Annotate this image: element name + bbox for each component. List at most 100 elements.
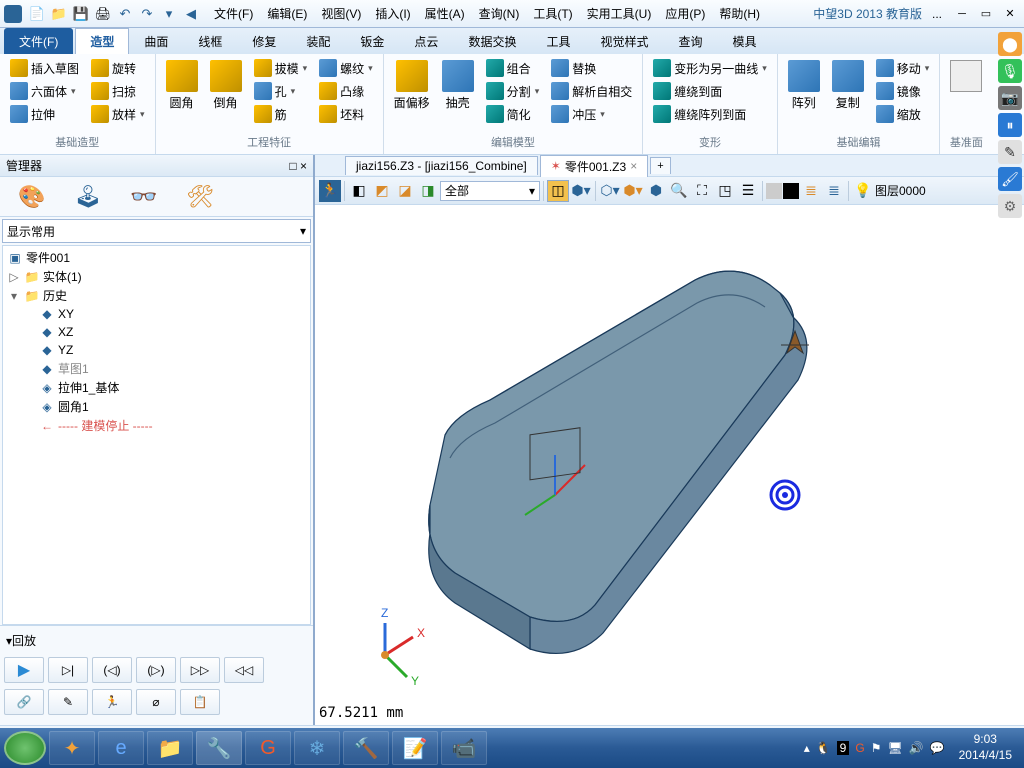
insert-sketch-button[interactable]: 插入草图 <box>8 58 81 78</box>
tool-calipers-button[interactable]: ⌀ <box>136 689 176 715</box>
taskbar-ie[interactable]: e <box>98 731 144 765</box>
tray-badge[interactable]: 9 <box>837 741 850 755</box>
vt-bulb-icon[interactable]: 💡 <box>852 180 874 202</box>
tree-yz[interactable]: ◆YZ <box>3 341 310 359</box>
taskbar-clock[interactable]: 9:03 2014/4/15 <box>951 732 1020 763</box>
tray-flag-icon[interactable]: ⚑ <box>871 741 882 755</box>
revolve-button[interactable]: 旋转 <box>89 58 147 78</box>
close-icon[interactable]: × <box>630 159 637 173</box>
vt-layer-icon[interactable]: ≣ <box>800 180 822 202</box>
flange-button[interactable]: 凸缘 <box>317 81 375 101</box>
save-icon[interactable]: 💾 <box>72 5 90 23</box>
hexahedron-button[interactable]: 六面体▾ <box>8 81 81 101</box>
redo-icon[interactable]: ↷ <box>138 5 156 23</box>
menu-query[interactable]: 查询(N) <box>473 3 526 24</box>
ribbon-tab-tools[interactable]: 工具 <box>531 28 585 54</box>
datum-button[interactable] <box>948 58 984 94</box>
taskbar-app-red[interactable]: G <box>245 731 291 765</box>
extrude-button[interactable]: 拉伸 <box>8 104 81 124</box>
dock-pause-icon[interactable]: ⏸ <box>998 113 1022 137</box>
tray-net-icon[interactable]: 🖥 <box>887 741 902 755</box>
tool-chain-button[interactable]: 🔗 <box>4 689 44 715</box>
tool-clipboard-button[interactable]: 📋 <box>180 689 220 715</box>
tool-pencil-button[interactable]: ✎ <box>48 689 88 715</box>
ribbon-tab-pointcloud[interactable]: 点云 <box>399 28 453 54</box>
taskbar-app-cam[interactable]: 📹 <box>441 731 487 765</box>
new-tab-button[interactable]: + <box>650 157 670 174</box>
document-tab-2[interactable]: ✶零件001.Z3× <box>540 155 648 177</box>
new-icon[interactable]: 📄 <box>28 5 46 23</box>
scale-button[interactable]: 缩放 <box>874 104 932 124</box>
move-button[interactable]: 移动▾ <box>874 58 932 78</box>
dock-tool-icon[interactable]: ✎ <box>998 140 1022 164</box>
combine-button[interactable]: 组合 <box>484 58 542 78</box>
fillet-button[interactable]: 圆角 <box>164 58 200 113</box>
dock-brush-icon[interactable]: 🖌 <box>998 167 1022 191</box>
manager-close-icon[interactable]: □ × <box>289 159 307 173</box>
ribbon-tab-wireframe[interactable]: 线框 <box>183 28 237 54</box>
step-fwd-button[interactable]: ▷| <box>48 657 88 683</box>
vt-wire-icon[interactable]: ⬡▾ <box>599 180 621 202</box>
taskbar-explorer[interactable]: 📁 <box>147 731 193 765</box>
menu-insert[interactable]: 插入(I) <box>369 3 416 24</box>
dock-mic-icon[interactable]: 🎙 <box>998 59 1022 83</box>
manager-tab-glasses-icon[interactable]: 👓 <box>128 183 160 211</box>
ribbon-tab-sheetmetal[interactable]: 钣金 <box>345 28 399 54</box>
draft-button[interactable]: 拔模▾ <box>252 58 310 78</box>
ribbon-tab-mold[interactable]: 模具 <box>718 28 772 54</box>
vt-color1[interactable] <box>766 183 782 199</box>
wrap-pattern-face-button[interactable]: 缠绕阵列到面 <box>651 104 769 124</box>
menu-edit[interactable]: 编辑(E) <box>261 3 313 24</box>
vt-zoom-icon[interactable]: 🔍 <box>668 180 690 202</box>
vt-cube2-icon[interactable]: ◪ <box>394 180 416 202</box>
tray-up-icon[interactable]: ▴ <box>804 741 810 755</box>
ribbon-tab-file[interactable]: 文件(F) <box>4 28 73 54</box>
start-button[interactable] <box>4 731 46 765</box>
pattern-button[interactable]: 阵列 <box>786 58 822 113</box>
tree-history[interactable]: ▾📁历史 <box>3 286 310 305</box>
vt-cube1-icon[interactable]: ◩ <box>371 180 393 202</box>
tree-extrude1[interactable]: ◈拉伸1_基体 <box>3 378 310 397</box>
layer-label[interactable]: 图层0000 <box>875 182 926 199</box>
vt-face-icon[interactable]: ◫ <box>547 180 569 202</box>
tree-sketch1[interactable]: ◆草图1 <box>3 359 310 378</box>
fast-fwd-button[interactable]: ▷▷ <box>180 657 220 683</box>
manager-tab-joystick-icon[interactable]: 🕹 <box>72 183 104 211</box>
shell-button[interactable]: 抽壳 <box>440 58 476 113</box>
loft-button[interactable]: 放样▾ <box>89 104 147 124</box>
wrap-face-button[interactable]: 缠绕到面 <box>651 81 769 101</box>
menu-tools[interactable]: 工具(T) <box>527 3 578 24</box>
tray-qq-icon[interactable]: 🐧 <box>816 741 831 755</box>
punch-button[interactable]: 冲压▾ <box>549 104 634 124</box>
deform-curve-button[interactable]: 变形为另一曲线▾ <box>651 58 769 78</box>
ribbon-tab-dataexchange[interactable]: 数据交换 <box>453 28 531 54</box>
vt-fit-icon[interactable]: ⛶ <box>691 180 713 202</box>
vt-box-icon[interactable]: ⬢▾ <box>622 180 644 202</box>
next-button[interactable]: (▷) <box>136 657 176 683</box>
ribbon-tab-visualstyle[interactable]: 视觉样式 <box>585 28 663 54</box>
resolve-selfintersect-button[interactable]: 解析自相交 <box>549 81 634 101</box>
chamfer-button[interactable]: 倒角 <box>208 58 244 113</box>
tree-modeling-stop[interactable]: ←----- 建模停止 ----- <box>3 416 310 435</box>
vt-eraser-icon[interactable]: ◧ <box>348 180 370 202</box>
restore-button[interactable]: ▭ <box>976 6 996 22</box>
ribbon-tab-repair[interactable]: 修复 <box>237 28 291 54</box>
vt-layer2-icon[interactable]: ≣ <box>823 180 845 202</box>
menu-utilities[interactable]: 实用工具(U) <box>581 3 658 24</box>
print-icon[interactable]: 🖨 <box>94 5 112 23</box>
thread-button[interactable]: 螺纹▾ <box>317 58 375 78</box>
prev-button[interactable]: (◁) <box>92 657 132 683</box>
stock-button[interactable]: 坯料 <box>317 104 375 124</box>
undo-icon[interactable]: ↶ <box>116 5 134 23</box>
document-tab-1[interactable]: jiazi156.Z3 - [jiazi156_Combine] <box>345 156 538 175</box>
menu-application[interactable]: 应用(P) <box>659 3 711 24</box>
taskbar-app-flower[interactable]: ❄ <box>294 731 340 765</box>
mirror-button[interactable]: 镜像 <box>874 81 932 101</box>
vt-shade-icon[interactable]: ⬢▾ <box>570 180 592 202</box>
menu-attribute[interactable]: 属性(A) <box>419 3 471 24</box>
rib-button[interactable]: 筋 <box>252 104 310 124</box>
dock-camera-icon[interactable]: 📷 <box>998 86 1022 110</box>
taskbar-zwcad[interactable]: 🔧 <box>196 731 242 765</box>
menu-file[interactable]: 文件(F) <box>208 3 259 24</box>
taskbar-app-blue[interactable]: 🔨 <box>343 731 389 765</box>
